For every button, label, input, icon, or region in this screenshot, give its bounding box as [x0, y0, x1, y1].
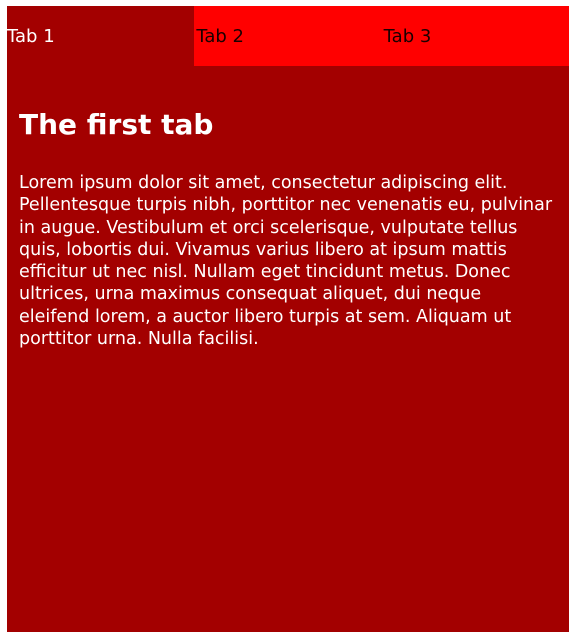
tab-bar: Tab 1 Tab 2 Tab 3 [7, 6, 569, 66]
tab-3[interactable]: Tab 3 [381, 6, 569, 66]
tab-2[interactable]: Tab 2 [194, 6, 382, 66]
tab-panel: The first tab Lorem ipsum dolor sit amet… [7, 108, 569, 350]
tab-1[interactable]: Tab 1 [7, 6, 195, 66]
panel-body-text: Lorem ipsum dolor sit amet, consectetur … [19, 173, 553, 350]
panel-title: The first tab [19, 108, 214, 141]
tabs-widget: Tab 1 Tab 2 Tab 3 The first tab Lorem ip… [7, 6, 569, 632]
